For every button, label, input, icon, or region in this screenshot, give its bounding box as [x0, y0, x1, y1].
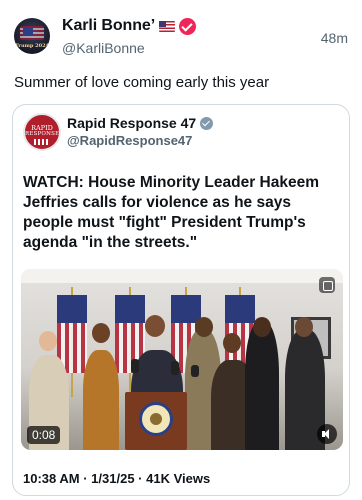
meta-separator: · [79, 471, 92, 486]
quoted-post[interactable]: RAPID RESPONSE Rapid Response 47 @RapidR… [12, 104, 350, 496]
author-name-row: Karli Bonne’ [62, 17, 197, 35]
quoted-handle[interactable]: @RapidResponse47 [67, 133, 192, 148]
verified-icon [200, 116, 214, 130]
volume-icon[interactable] [317, 424, 337, 444]
us-flag-icon [159, 20, 176, 32]
display-name[interactable]: Karli Bonne’ [62, 17, 155, 35]
avatar-text: Trump 2024 [14, 43, 50, 49]
quoted-name-row: Rapid Response 47 [67, 115, 214, 131]
quoted-avatar-line2: RESPONSE [25, 131, 60, 137]
view-count: 41K Views [146, 471, 211, 486]
handle[interactable]: @KarliBonne [62, 40, 145, 56]
post-text: Summer of love coming early this year [14, 74, 270, 91]
post-meta: 10:38 AM · 1/31/25 · 41K Views [23, 471, 210, 486]
verified-icon [179, 17, 197, 35]
timestamp[interactable]: 48m [321, 30, 348, 46]
post-time[interactable]: 10:38 AM [23, 471, 80, 486]
post-date[interactable]: 1/31/25 [91, 471, 134, 486]
video-duration: 0:08 [27, 426, 61, 444]
quoted-avatar[interactable]: RAPID RESPONSE [23, 113, 61, 151]
quoted-headline: WATCH: House Minority Leader Hakeem Jeff… [23, 174, 319, 251]
meta-separator: · [134, 471, 147, 486]
media-info-icon[interactable] [319, 277, 335, 293]
post-header: Trump 2024 Karli Bonne’ @KarliBonne 48m [14, 14, 348, 60]
house-seal-icon [139, 402, 173, 436]
quoted-display-name[interactable]: Rapid Response 47 [67, 115, 196, 131]
podium [125, 392, 187, 450]
avatar[interactable]: Trump 2024 [14, 18, 50, 54]
video-player[interactable]: 0:08 [21, 269, 343, 450]
